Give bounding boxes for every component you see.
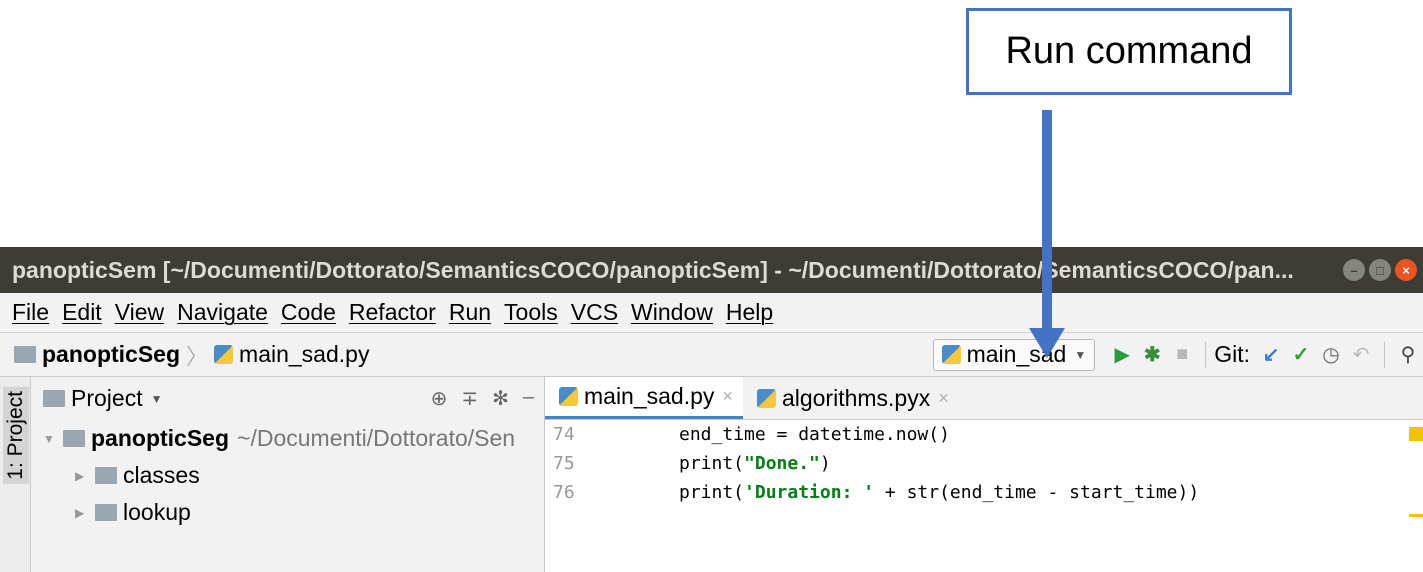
window-controls: – □ × — [1343, 259, 1417, 281]
git-label: Git: — [1214, 341, 1250, 367]
collapsed-arrow-icon[interactable]: ▶ — [75, 469, 95, 483]
line-number: 75 — [553, 453, 575, 474]
breadcrumb-file[interactable]: main_sad.py — [239, 341, 369, 368]
annotation-text: Run command — [1005, 30, 1253, 72]
code-line[interactable]: print("Done.") — [679, 449, 1199, 478]
folder-icon — [95, 467, 117, 484]
menu-navigate[interactable]: Navigate — [177, 299, 268, 326]
menu-view[interactable]: View — [115, 299, 164, 326]
toolbar-divider — [1384, 341, 1385, 368]
breadcrumb-separator-icon: 〉 — [186, 343, 209, 369]
menu-code[interactable]: Code — [281, 299, 336, 326]
line-number: 74 — [553, 424, 575, 445]
tree-item-label: lookup — [123, 499, 191, 525]
code-lines[interactable]: end_time = datetime.now() print("Done.")… — [633, 420, 1199, 507]
project-tree: ▼ panopticSeg ~/Documenti/Dottorato/Sen … — [31, 420, 544, 531]
menu-file[interactable]: File — [12, 299, 49, 326]
project-view-select[interactable]: Project — [71, 385, 143, 412]
title-bar[interactable]: panopticSem [~/Documenti/Dottorato/Seman… — [0, 247, 1423, 293]
code-area[interactable]: 74 75 76 end_time = datetime.now() print… — [545, 420, 1423, 507]
minimize-icon[interactable]: – — [1343, 259, 1365, 281]
tree-item-classes[interactable]: ▶ classes — [31, 457, 544, 494]
menu-refactor[interactable]: Refactor — [349, 299, 436, 326]
code-line[interactable]: end_time = datetime.now() — [679, 420, 1199, 449]
close-icon[interactable]: × — [1395, 259, 1417, 281]
code-string: 'Duration: ' — [744, 482, 875, 503]
revert-icon[interactable]: ↶ — [1346, 342, 1376, 367]
tree-item-label: panopticSeg — [91, 425, 230, 451]
annotation-arrow-head-icon — [1029, 328, 1065, 358]
annotation-callout: Run command — [966, 8, 1292, 95]
code-text: ) — [819, 453, 831, 474]
tree-item-lookup[interactable]: ▶ lookup — [31, 494, 544, 531]
collapsed-arrow-icon[interactable]: ▶ — [75, 506, 95, 520]
tab-label: algorithms.pyx — [781, 384, 931, 411]
chevron-down-icon: ▼ — [1074, 347, 1087, 362]
line-number-gutter: 74 75 76 — [545, 420, 633, 507]
tab-main-sad[interactable]: main_sad.py × — [545, 377, 743, 419]
history-icon[interactable]: ◷ — [1316, 342, 1346, 367]
code-text: + str(end_time - start_time)) — [874, 482, 1200, 503]
warning-marker[interactable] — [1409, 427, 1423, 441]
project-panel-header: Project ▼ ⊕ ∓ ✻ – — [31, 377, 544, 420]
ide-window: panopticSem [~/Documenti/Dottorato/Seman… — [0, 247, 1423, 572]
folder-icon — [95, 504, 117, 521]
code-string: "Done." — [744, 453, 820, 474]
chevron-down-icon[interactable]: ▼ — [151, 392, 163, 406]
code-text: end_time = datetime.now() — [679, 424, 950, 445]
menu-vcs[interactable]: VCS — [571, 299, 618, 326]
run-configuration-select[interactable]: main_sad ▼ — [932, 338, 1096, 371]
code-line[interactable]: print('Duration: ' + str(end_time - star… — [679, 478, 1199, 507]
run-icon[interactable]: ▶ — [1107, 342, 1137, 367]
menu-window[interactable]: Window — [631, 299, 713, 326]
annotation-arrow-shaft — [1042, 110, 1052, 330]
window-title: panopticSem [~/Documenti/Dottorato/Seman… — [12, 256, 1294, 283]
folder-icon — [63, 430, 85, 447]
stop-icon[interactable]: ■ — [1167, 343, 1197, 366]
editor: main_sad.py × algorithms.pyx × 74 75 76 … — [545, 377, 1423, 572]
menu-edit[interactable]: Edit — [62, 299, 102, 326]
close-icon[interactable]: × — [938, 388, 949, 409]
breadcrumb-project[interactable]: panopticSeg — [42, 341, 180, 368]
code-text: print( — [679, 482, 745, 503]
project-view-icon — [43, 390, 65, 407]
tree-item-label: classes — [123, 462, 200, 488]
menu-bar: File Edit View Navigate Code Refactor Ru… — [0, 293, 1423, 333]
menu-help[interactable]: Help — [726, 299, 773, 326]
line-number: 76 — [553, 482, 575, 503]
tree-item-root[interactable]: ▼ panopticSeg ~/Documenti/Dottorato/Sen — [31, 420, 544, 457]
code-text: print( — [679, 453, 745, 474]
git-commit-icon[interactable]: ✓ — [1286, 342, 1316, 367]
python-file-icon — [559, 387, 578, 406]
python-file-icon — [756, 388, 776, 408]
workspace: 1: Project Project ▼ ⊕ ∓ ✻ – ▼ panopticS… — [0, 377, 1423, 572]
debug-icon[interactable]: ✱ — [1137, 342, 1167, 367]
toolbar: main_sad ▼ ▶ ✱ ■ Git: ↙ ✓ ◷ ↶ ⚲ — [932, 333, 1423, 376]
locate-icon[interactable]: ⊕ — [431, 386, 448, 411]
python-file-icon — [214, 345, 234, 364]
close-icon[interactable]: × — [722, 386, 733, 407]
project-panel-tools: ⊕ ∓ ✻ – — [431, 386, 534, 411]
tab-label: main_sad.py — [584, 383, 715, 409]
collapse-all-icon[interactable]: ∓ — [461, 386, 478, 411]
git-update-icon[interactable]: ↙ — [1256, 342, 1286, 367]
tab-algorithms[interactable]: algorithms.pyx × — [743, 377, 959, 419]
search-icon[interactable]: ⚲ — [1393, 342, 1423, 367]
warning-marker[interactable] — [1409, 514, 1423, 517]
project-tool-button[interactable]: 1: Project — [3, 387, 29, 484]
expanded-arrow-icon[interactable]: ▼ — [43, 432, 63, 446]
menu-run[interactable]: Run — [449, 299, 491, 326]
tree-item-path: ~/Documenti/Dottorato/Sen — [237, 425, 516, 451]
tool-window-strip: 1: Project — [0, 377, 31, 572]
project-panel: Project ▼ ⊕ ∓ ✻ – ▼ panopticSeg ~/Docume… — [31, 377, 545, 572]
maximize-icon[interactable]: □ — [1369, 259, 1391, 281]
menu-tools[interactable]: Tools — [504, 299, 558, 326]
editor-tabs: main_sad.py × algorithms.pyx × — [545, 377, 1423, 420]
python-file-icon — [941, 345, 961, 364]
navigation-bar: panopticSeg 〉 main_sad.py main_sad ▼ ▶ ✱… — [0, 333, 1423, 377]
folder-icon — [14, 346, 36, 363]
gear-icon[interactable]: ✻ — [492, 386, 509, 411]
hide-icon[interactable]: – — [523, 386, 534, 411]
toolbar-divider — [1205, 341, 1207, 368]
